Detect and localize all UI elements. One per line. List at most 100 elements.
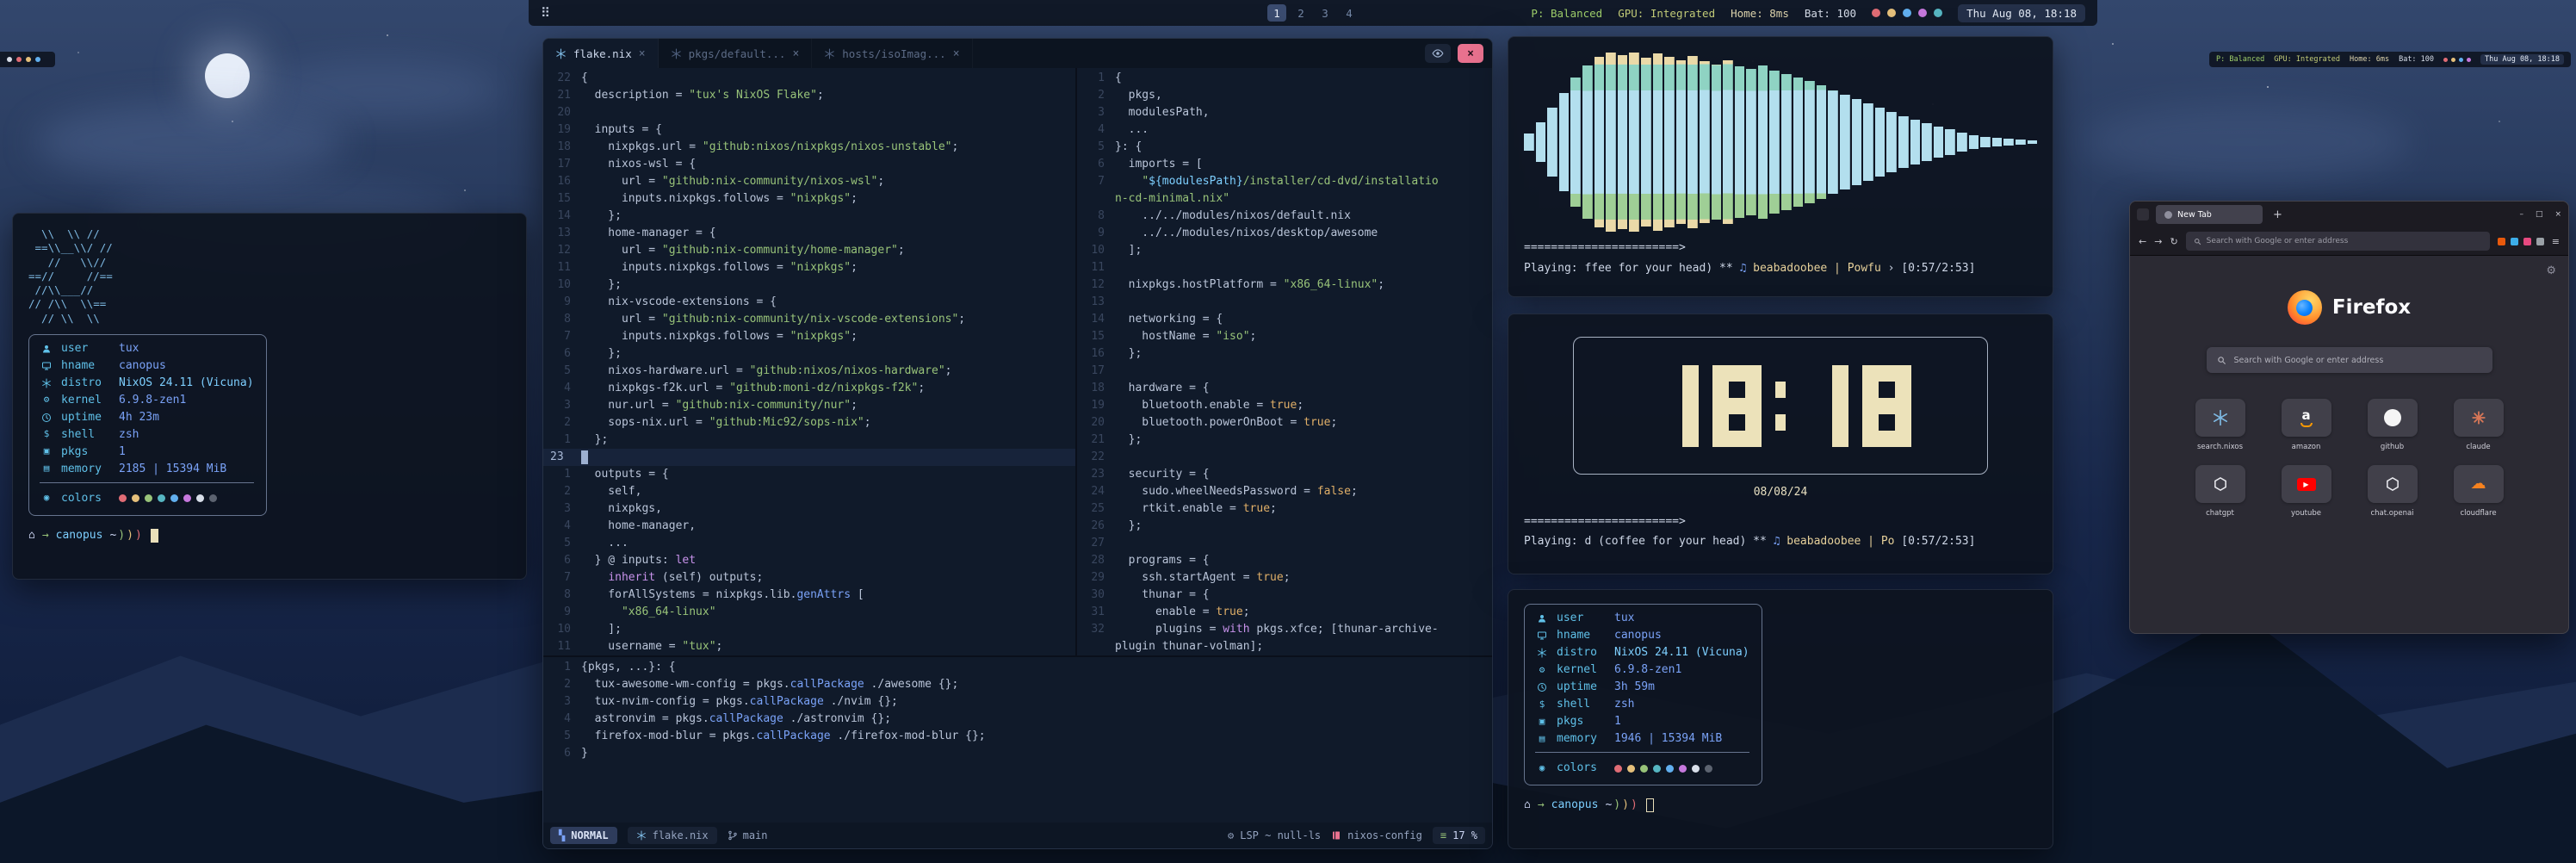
back-button[interactable]: ← (2139, 236, 2146, 247)
extension-icon[interactable] (2536, 238, 2544, 245)
bufferline-close-button[interactable]: × (1458, 44, 1483, 63)
tab-close-icon[interactable]: × (953, 47, 960, 60)
tray-icon[interactable] (1903, 9, 1911, 17)
info-row: ▣pkgs1 (1535, 713, 1749, 730)
workspace-button[interactable]: 3 (1316, 4, 1334, 22)
shortcut-tile[interactable]: ☁cloudflare (2445, 465, 2512, 518)
shortcut-tile[interactable]: chatgpt (2187, 465, 2254, 518)
editor-tab[interactable]: flake.nix × (543, 39, 659, 68)
firefox-view-button[interactable] (2137, 208, 2149, 220)
info-row: distroNixOS 24.11 (Vicuna) (40, 375, 254, 392)
tray-icon[interactable] (1934, 9, 1942, 17)
forward-button[interactable]: → (2154, 236, 2162, 247)
mode-indicator: ▚NORMAL (550, 827, 617, 844)
url-bar[interactable]: Search with Google or enter address (2186, 232, 2490, 251)
shortcut-icon-card[interactable]: ☁ (2454, 465, 2504, 503)
minimize-button[interactable]: – (2519, 210, 2523, 219)
editor-pane-flake[interactable]: 22{21 description = "tux's NixOS Flake";… (543, 68, 1075, 655)
host-icon (40, 361, 53, 371)
visualizer-bar (1735, 66, 1745, 219)
shell-prompt[interactable]: ⌂→canopus~))) (28, 528, 511, 543)
line-number: 12 (543, 242, 581, 259)
code-line: 18 hardware = { (1077, 380, 1492, 397)
tray-icon[interactable] (2467, 58, 2471, 62)
clock-cell (1650, 431, 1666, 447)
left-monitor-bar-fragment (0, 52, 55, 67)
workspace-button[interactable]: 4 (1340, 4, 1359, 22)
clock-cell (1879, 431, 1895, 447)
visualizer-bar (1524, 133, 1534, 152)
tray-icon[interactable] (2443, 58, 2448, 62)
tray-icon[interactable] (7, 57, 12, 62)
terminal-visualizer[interactable]: =======================> Playing: ffee f… (1508, 36, 2053, 297)
shell-prompt[interactable]: ⌂→canopus~))) (1524, 798, 2037, 813)
line-number: 18 (543, 139, 581, 156)
newtab-search-input[interactable]: Search with Google or enter address (2207, 347, 2492, 373)
editor-tab[interactable]: hosts/isoImag...× (812, 39, 972, 68)
terminal-cursor[interactable] (1646, 798, 1654, 812)
menu-button[interactable]: ≡ (2552, 236, 2560, 247)
datetime-widget[interactable]: Thu Aug 08, 18:18 (1958, 4, 2085, 22)
shortcut-icon-card[interactable] (2195, 399, 2245, 437)
tab-label: flake.nix (573, 47, 632, 60)
tray-icon[interactable] (1887, 9, 1896, 17)
terminal-cursor[interactable] (151, 529, 158, 543)
maximize-button[interactable]: □ (2536, 210, 2543, 219)
palette-swatch (196, 494, 204, 502)
visualizer-bar (1746, 69, 1756, 216)
palette-icon: ◉ (40, 492, 53, 505)
code-text: }; (1115, 345, 1142, 363)
clock-cell (1729, 414, 1745, 431)
shortcut-tile[interactable]: ▶youtube (2273, 465, 2340, 518)
user-icon (1535, 613, 1549, 624)
gpu-status: GPU: Integrated (2274, 55, 2340, 64)
tab-close-icon[interactable]: × (792, 47, 799, 60)
shortcut-icon-card[interactable] (2368, 399, 2418, 437)
tray-icon[interactable] (1872, 9, 1880, 17)
terminal-fastfetch-right[interactable]: usertuxhnamecanopusdistroNixOS 24.11 (Vi… (1508, 589, 2053, 849)
close-button[interactable]: × (2554, 210, 2561, 219)
shortcut-tile[interactable]: github (2359, 399, 2426, 451)
bufferline-pick-button[interactable] (1425, 44, 1451, 63)
line-number: 22 (1077, 449, 1115, 466)
personalize-gear-icon[interactable]: ⚙ (2546, 264, 2556, 277)
tray-icon[interactable] (2451, 58, 2455, 62)
shortcut-icon-card[interactable] (2368, 465, 2418, 503)
new-tab-button[interactable]: + (2269, 208, 2286, 221)
code-line: 4 ... (1077, 121, 1492, 139)
code-text: hostName = "iso"; (1115, 328, 1256, 345)
app-launcher-icon[interactable]: ⠿ (541, 7, 550, 20)
code-line: 12 url = "github:nix-community/home-mana… (543, 242, 1075, 259)
shortcut-icon-card[interactable]: ▶ (2282, 465, 2331, 503)
shortcut-tile[interactable]: search.nixos (2187, 399, 2254, 451)
tray-icon[interactable] (35, 57, 40, 62)
code-text: }; (581, 276, 622, 294)
editor-pane-pkgs[interactable]: 1{pkgs, ...}: {2 tux-awesome-wm-config =… (543, 657, 1492, 823)
visualizer-bar (1618, 55, 1628, 229)
tray-icon[interactable] (16, 57, 22, 62)
shortcut-icon-card[interactable] (2454, 399, 2504, 437)
memory-icon: ▤ (1535, 733, 1549, 746)
extension-icon[interactable] (2523, 238, 2531, 245)
editor-pane-iso[interactable]: 1{2 pkgs,3 modulesPath,4 ...5}: {6 impor… (1077, 68, 1492, 655)
tray-icon[interactable] (2459, 58, 2463, 62)
workspace-button[interactable]: 1 (1267, 4, 1286, 22)
tab-close-icon[interactable]: × (639, 47, 646, 60)
workspace-button[interactable]: 2 (1291, 4, 1310, 22)
code-text: ... (581, 535, 629, 552)
shortcut-icon-card[interactable] (2195, 465, 2245, 503)
reload-button[interactable]: ↻ (2170, 236, 2177, 247)
tray-icon[interactable] (1918, 9, 1927, 17)
datetime-widget[interactable]: Thu Aug 08, 18:18 (2480, 54, 2564, 65)
tray-icon[interactable] (26, 57, 31, 62)
terminal-clock[interactable]: 08/08/24 =======================> Playin… (1508, 314, 2053, 574)
shortcut-tile[interactable]: chat.openai (2359, 465, 2426, 518)
terminal-fastfetch-left[interactable]: \\ \\ // ==\\__\\/ // // \\// ==// //== … (12, 213, 527, 580)
shortcut-tile[interactable]: claude (2445, 399, 2512, 451)
editor-tab[interactable]: pkgs/default...× (659, 39, 813, 68)
browser-tab[interactable]: New Tab (2156, 205, 2263, 224)
shortcut-icon-card[interactable]: a (2282, 399, 2331, 437)
extension-icon[interactable] (2498, 238, 2505, 245)
shortcut-tile[interactable]: aamazon (2273, 399, 2340, 451)
extension-icon[interactable] (2511, 238, 2518, 245)
